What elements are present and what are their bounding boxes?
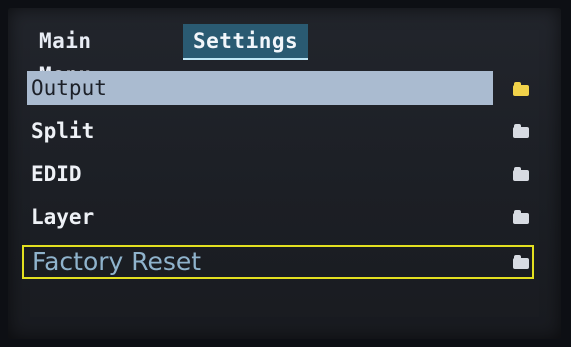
- menu-item-label: Output: [31, 76, 107, 100]
- folder-icon: [513, 167, 529, 181]
- menu-item-output[interactable]: Output: [27, 71, 493, 105]
- menu-item-layer[interactable]: Layer: [27, 200, 493, 234]
- folder-icon: [513, 210, 529, 224]
- menu-item-split[interactable]: Split: [27, 114, 493, 148]
- menu-item-label: Layer: [31, 205, 95, 229]
- folder-icon: [513, 255, 529, 269]
- menu-item-edid[interactable]: EDID: [27, 157, 493, 191]
- tab-main-menu[interactable]: Main Menu: [39, 24, 92, 87]
- folder-icon: [513, 124, 529, 138]
- menu-item-factory-reset[interactable]: Factory Reset: [22, 245, 534, 279]
- menu-item-label: Split: [31, 119, 95, 143]
- folder-open-icon: [513, 82, 529, 96]
- menu-item-label: EDID: [31, 162, 82, 186]
- menu-item-label: Factory Reset: [32, 247, 202, 276]
- tab-settings[interactable]: Settings: [183, 24, 309, 60]
